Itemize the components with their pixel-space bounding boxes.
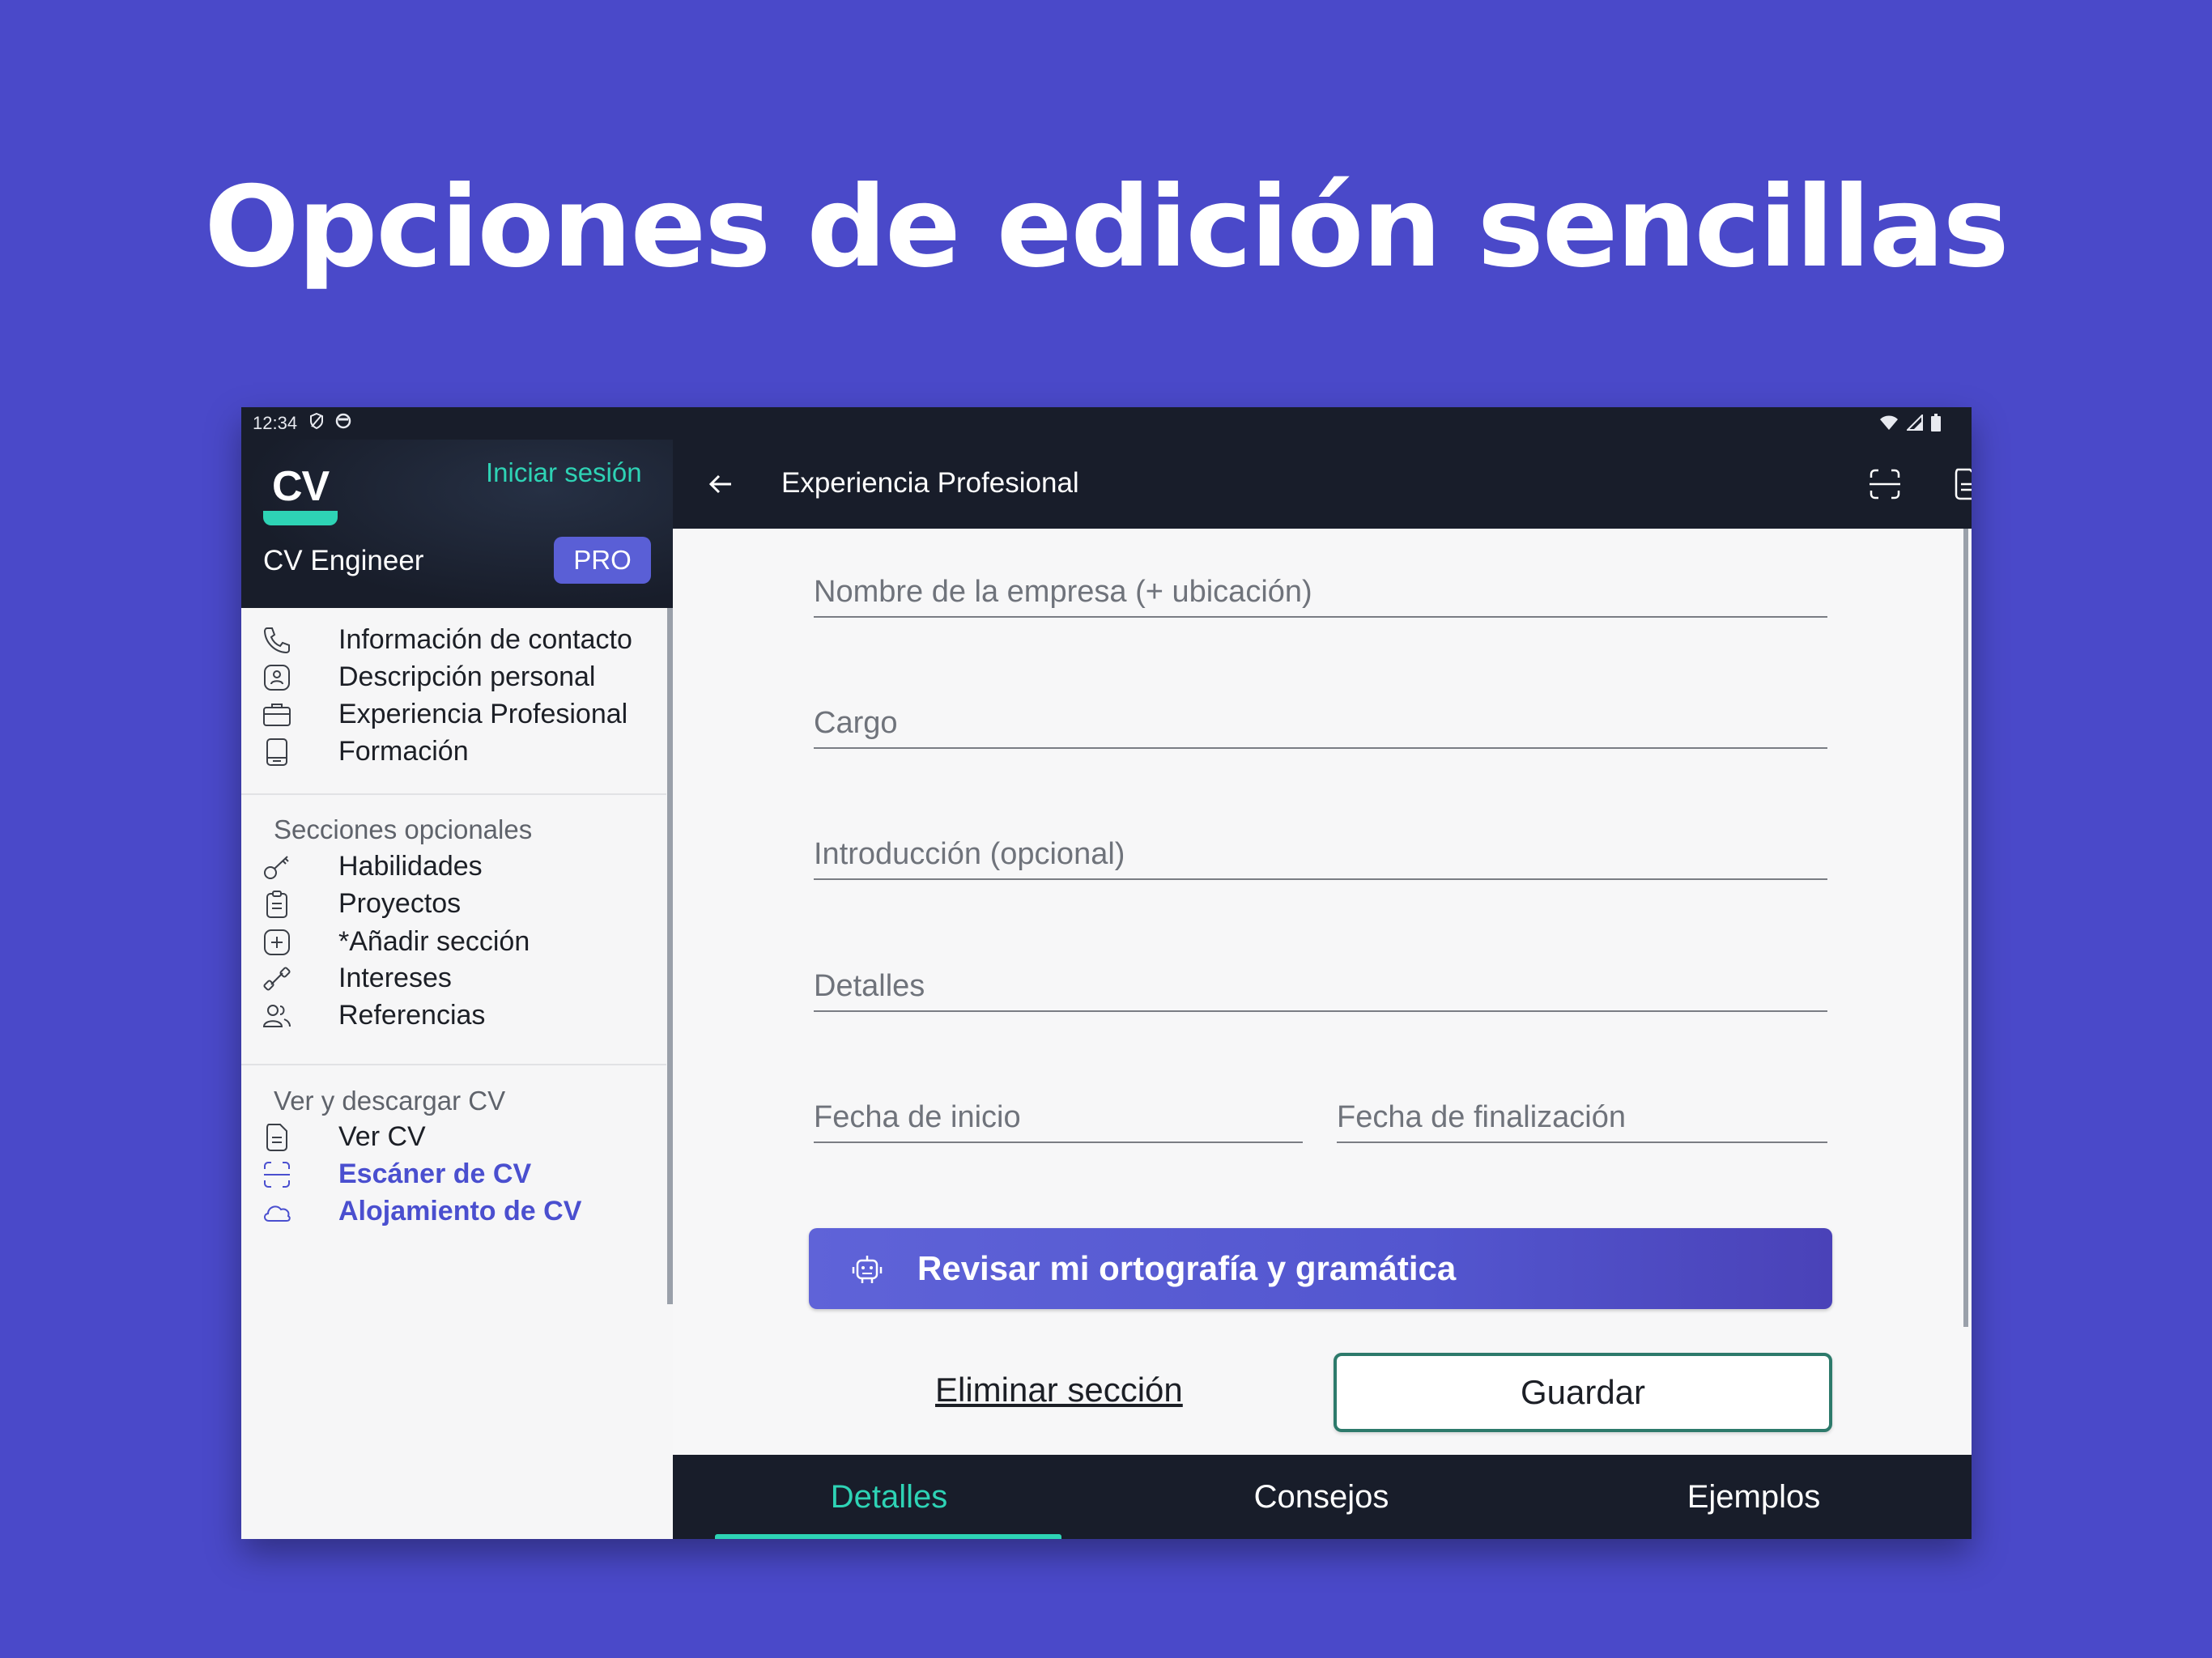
sidebar-divider (241, 1064, 666, 1065)
start-date-field[interactable] (814, 1095, 1303, 1143)
page-title: Experiencia Profesional (781, 467, 1079, 499)
app-logo: CV (272, 463, 330, 510)
top-app-bar: Experiencia Profesional (673, 440, 1972, 529)
status-time: 12:34 (253, 413, 298, 433)
sidebar-menu: Información de contacto Descripción pers… (241, 608, 673, 1539)
shield-status-icon (308, 412, 325, 435)
end-date-input[interactable] (1337, 1095, 1827, 1140)
active-tab-indicator (715, 1534, 1061, 1539)
bottom-tab-bar: Detalles Consejos Ejemplos (673, 1455, 1972, 1539)
book-icon (261, 736, 293, 768)
spellcheck-label: Revisar mi ortografía y gramática (917, 1249, 1457, 1287)
document-icon[interactable] (1948, 466, 1972, 503)
logo-underline (263, 511, 338, 525)
position-field[interactable] (814, 700, 1827, 749)
company-field[interactable] (814, 569, 1827, 618)
tab-details[interactable]: Detalles (673, 1455, 1105, 1539)
details-field[interactable] (814, 963, 1827, 1012)
scan-icon[interactable] (1866, 466, 1904, 503)
people-icon (261, 1000, 293, 1032)
details-input[interactable] (814, 963, 1827, 1009)
sidebar-item-label: Alojamiento de CV (338, 1195, 582, 1226)
end-date-field[interactable] (1337, 1095, 1827, 1143)
signin-link[interactable]: Iniciar sesión (486, 457, 642, 488)
signal-icon (1905, 413, 1923, 436)
headline: Opciones de edición sencillas (204, 162, 2009, 292)
company-input[interactable] (814, 569, 1827, 614)
robot-icon (849, 1251, 885, 1286)
cloud-icon (261, 1196, 293, 1228)
delete-section-button[interactable]: Eliminar sección (935, 1371, 1183, 1409)
circle-status-icon (334, 412, 352, 435)
content-scrollbar[interactable] (1963, 529, 1968, 1327)
status-bar: 12:34 (241, 407, 1972, 440)
sidebar-item-cv-hosting[interactable]: Alojamiento de CV (241, 1183, 666, 1239)
tablet-screen: 12:34 CV Iniciar sesión CV Engineer PRO (241, 407, 1972, 1539)
pro-badge[interactable]: PRO (554, 537, 651, 584)
back-arrow-icon[interactable] (702, 466, 739, 503)
start-date-input[interactable] (814, 1095, 1303, 1140)
app-name: CV Engineer (263, 545, 424, 576)
sidebar-item-label: Referencias (338, 999, 486, 1031)
sidebar-divider (241, 793, 666, 795)
wifi-icon (1879, 414, 1899, 436)
intro-field[interactable] (814, 831, 1827, 880)
tab-tips[interactable]: Consejos (1105, 1455, 1538, 1539)
experience-form: Revisar mi ortografía y gramática Elimin… (673, 529, 1972, 1455)
sidebar-header: CV Iniciar sesión CV Engineer PRO (241, 440, 673, 608)
sidebar-item-references[interactable]: Referencias (241, 987, 666, 1044)
intro-input[interactable] (814, 831, 1827, 877)
sidebar-item-education[interactable]: Formación (241, 723, 666, 780)
sidebar: CV Iniciar sesión CV Engineer PRO Inform… (241, 440, 673, 1539)
spellcheck-button[interactable]: Revisar mi ortografía y gramática (809, 1228, 1832, 1309)
save-button[interactable]: Guardar (1334, 1353, 1832, 1432)
sidebar-item-label: Formación (338, 735, 469, 767)
sidebar-scrollbar[interactable] (667, 608, 673, 1304)
position-input[interactable] (814, 700, 1827, 746)
tab-examples[interactable]: Ejemplos (1538, 1455, 1970, 1539)
battery-icon (1931, 414, 1941, 436)
